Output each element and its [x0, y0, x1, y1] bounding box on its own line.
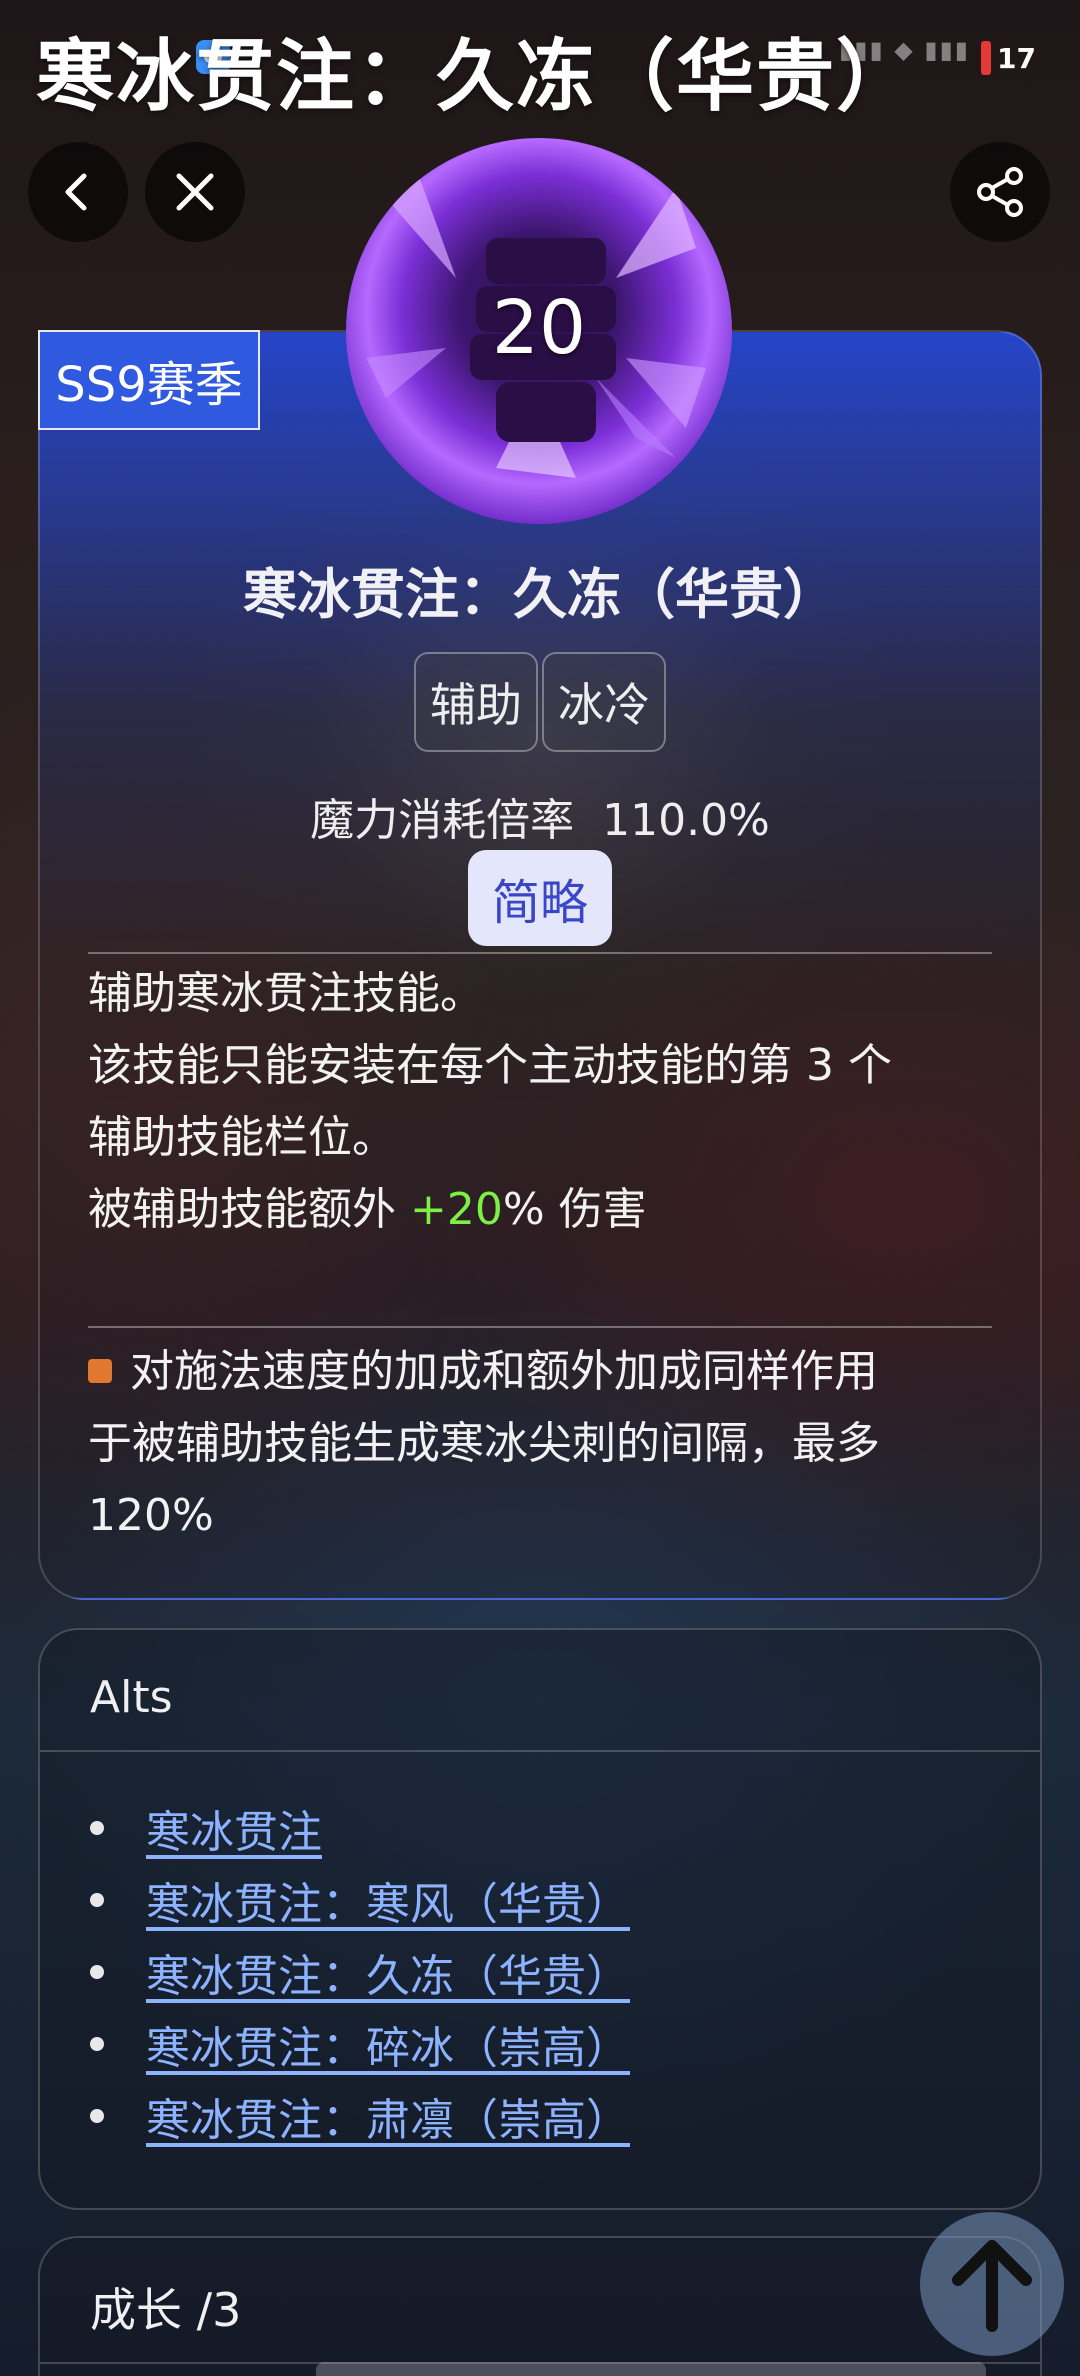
mana-value: 110.0%: [602, 795, 770, 846]
modifier-bullet-icon: [88, 1359, 112, 1383]
tag-cold: 冰冷: [542, 652, 666, 752]
close-button[interactable]: [145, 142, 245, 242]
description-line: 被辅助技能额外 +20% 伤害: [88, 1174, 1008, 1246]
scroll-top-button[interactable]: [920, 2212, 1064, 2356]
battery-indicator: 17: [981, 40, 1036, 76]
skill-modifier: 对施法速度的加成和额外加成同样作用 于被辅助技能生成寒冰尖刺的间隔，最多 120…: [88, 1336, 1008, 1552]
alts-title: Alts: [90, 1672, 173, 1723]
season-badge: SS9赛季: [38, 330, 260, 430]
alt-link[interactable]: 寒冰贯注: [146, 1796, 322, 1860]
damage-suffix: % 伤害: [502, 1184, 647, 1235]
brief-toggle-button[interactable]: 简略: [468, 850, 612, 946]
share-button[interactable]: [950, 142, 1050, 242]
skill-description: 辅助寒冰贯注技能。 该技能只能安装在每个主动技能的第 3 个 辅助技能栏位。 被…: [88, 958, 1008, 1246]
arrow-up-icon: [952, 2240, 1032, 2332]
list-item: 寒冰贯注：肃凛（崇高）: [90, 2080, 630, 2152]
list-item: 寒冰贯注：碎冰（崇高）: [90, 2008, 630, 2080]
growth-title: 成长 /3: [90, 2283, 242, 2337]
divider: [88, 1326, 992, 1328]
damage-label: 被辅助技能额外: [88, 1184, 410, 1235]
modifier-text: 对施法速度的加成和额外加成同样作用: [130, 1346, 878, 1397]
list-item: 寒冰贯注: [90, 1792, 630, 1864]
description-line: 该技能只能安装在每个主动技能的第 3 个: [88, 1040, 892, 1091]
chevron-left-icon: [65, 173, 87, 211]
growth-tab-bar[interactable]: [316, 2362, 986, 2376]
divider: [88, 952, 992, 954]
battery-icon: [981, 41, 992, 75]
alt-link[interactable]: 寒冰贯注：寒风（华贵）: [146, 1868, 630, 1932]
modifier-line: 对施法速度的加成和额外加成同样作用: [88, 1336, 1008, 1408]
close-icon: [176, 173, 214, 211]
mana-label: 魔力消耗倍率: [310, 795, 575, 846]
skill-name: 寒冰贯注：久冻（华贵）: [243, 563, 837, 626]
divider: [40, 1750, 1040, 1752]
tag-support: 辅助: [414, 652, 538, 752]
alts-card: Alts 寒冰贯注 寒冰贯注：寒风（华贵） 寒冰贯注：久冻（华贵） 寒冰贯注：碎…: [38, 1628, 1042, 2210]
growth-card: 成长 /3: [38, 2236, 1042, 2376]
skill-tags: 辅助 冰冷: [414, 652, 666, 752]
back-button[interactable]: [28, 142, 128, 242]
alts-list: 寒冰贯注 寒冰贯注：寒风（华贵） 寒冰贯注：久冻（华贵） 寒冰贯注：碎冰（崇高）…: [90, 1792, 630, 2152]
alt-link[interactable]: 寒冰贯注：久冻（华贵）: [146, 1940, 630, 2004]
mana-multiplier: 魔力消耗倍率 110.0%: [0, 784, 1080, 848]
page-title: 寒冰贯注：久冻（华贵）: [36, 32, 917, 122]
description-line: 辅助技能栏位。: [88, 1112, 396, 1163]
modifier-line: 于被辅助技能生成寒冰尖刺的间隔，最多: [88, 1418, 880, 1469]
battery-level-text: 17: [997, 41, 1036, 75]
damage-bonus-value: +20: [410, 1184, 503, 1235]
list-item: 寒冰贯注：寒风（华贵）: [90, 1864, 630, 1936]
description-line: 辅助寒冰贯注技能。: [88, 968, 484, 1019]
alt-link[interactable]: 寒冰贯注：肃凛（崇高）: [146, 2084, 630, 2148]
share-icon: [977, 167, 1023, 217]
alt-link[interactable]: 寒冰贯注：碎冰（崇高）: [146, 2012, 630, 2076]
modifier-line: 120%: [88, 1490, 214, 1541]
skill-level: 20: [491, 285, 587, 371]
list-item: 寒冰贯注：久冻（华贵）: [90, 1936, 630, 2008]
